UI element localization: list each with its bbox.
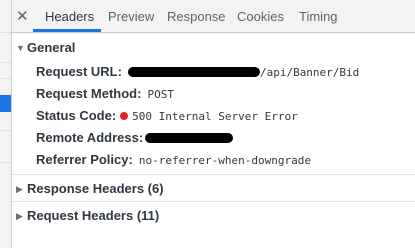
remote-address-value[interactable] <box>145 132 234 145</box>
request-method-row: Request Method: POST <box>36 86 174 102</box>
general-section-header[interactable]: ▼ General <box>16 40 75 56</box>
status-code-label: Status Code: <box>36 108 117 123</box>
referrer-policy-row: Referrer Policy: no-referrer-when-downgra… <box>36 152 311 168</box>
section-divider <box>12 174 415 175</box>
section-divider <box>12 201 415 202</box>
collapsed-triangle-icon: ▶ <box>16 184 23 194</box>
remote-address-label: Remote Address: <box>36 130 144 145</box>
request-headers-section-header[interactable]: ▶ Request Headers (11) <box>16 208 159 224</box>
request-list-row-divider <box>0 62 11 63</box>
close-icon[interactable]: ✕ <box>16 8 29 24</box>
response-headers-title: Response Headers (6) <box>27 181 164 196</box>
request-method-label: Request Method: <box>36 86 142 101</box>
referrer-policy-value[interactable]: no-referrer-when-downgrade <box>139 154 311 167</box>
tab-response[interactable]: Response <box>167 10 226 24</box>
remote-address-row: Remote Address: <box>36 130 234 146</box>
error-status-dot-icon <box>120 112 129 120</box>
request-url-label: Request URL: <box>36 64 122 79</box>
expanded-triangle-icon: ▼ <box>16 43 25 53</box>
tab-preview[interactable]: Preview <box>108 10 154 24</box>
active-tab-indicator <box>33 29 101 32</box>
tab-bar: ✕ Headers Preview Response Cookies Timin… <box>12 0 415 33</box>
tab-cookies[interactable]: Cookies <box>237 10 284 24</box>
referrer-policy-label: Referrer Policy: <box>36 152 133 167</box>
request-list-strip <box>0 0 12 248</box>
response-headers-section-header[interactable]: ▶ Response Headers (6) <box>16 181 164 197</box>
request-list-row-divider <box>0 130 11 131</box>
tab-timing[interactable]: Timing <box>299 10 338 24</box>
request-url-row: Request URL: /api/Banner/Bid <box>36 64 359 80</box>
request-list-row-divider <box>0 162 11 163</box>
general-section-title: General <box>27 40 76 55</box>
request-url-value[interactable]: /api/Banner/Bid <box>127 66 360 79</box>
redaction-mark <box>127 67 260 77</box>
request-list-row-divider <box>0 32 11 33</box>
redaction-mark <box>145 133 234 143</box>
request-url-visible-part: /api/Banner/Bid <box>259 66 360 79</box>
status-code-value[interactable]: 500 Internal Server Error <box>132 110 298 123</box>
request-list-row-divider <box>0 78 11 79</box>
headers-panel: ✕ Headers Preview Response Cookies Timin… <box>12 0 415 248</box>
collapsed-triangle-icon: ▶ <box>16 211 23 221</box>
tab-headers[interactable]: Headers <box>45 10 94 24</box>
request-headers-title: Request Headers (11) <box>27 208 160 223</box>
selected-request-row[interactable] <box>0 95 11 112</box>
request-method-value[interactable]: POST <box>147 88 174 101</box>
status-code-row: Status Code: 500 Internal Server Error <box>36 108 298 124</box>
